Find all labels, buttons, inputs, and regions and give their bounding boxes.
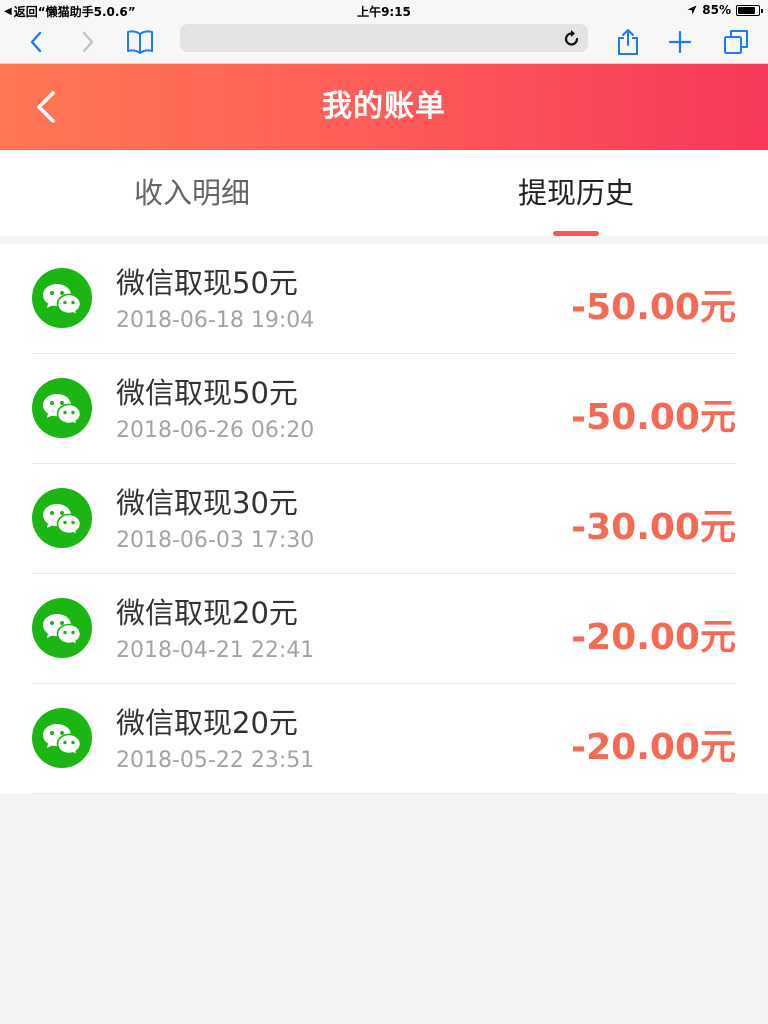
tab-withdraw-history[interactable]: 提现历史 <box>384 150 768 236</box>
battery-fill <box>738 6 755 14</box>
app-header: 我的账单 <box>0 64 768 150</box>
new-tab-button[interactable] <box>664 20 696 64</box>
list-item[interactable]: 微信取现30元 2018-06-03 17:30 -30.00元 <box>32 464 736 574</box>
tab-bar: 收入明细 提现历史 <box>0 150 768 236</box>
record-time: 2018-06-18 19:04 <box>116 308 315 333</box>
record-title: 微信取现30元 <box>116 486 298 520</box>
location-arrow-icon <box>687 5 697 15</box>
wechat-icon <box>32 708 92 768</box>
record-time: 2018-06-26 06:20 <box>116 418 315 443</box>
address-bar[interactable] <box>180 24 588 52</box>
battery-percent: 85% <box>702 3 731 17</box>
list-item[interactable]: 微信取现50元 2018-06-18 19:04 -50.00元 <box>32 244 736 354</box>
tab-active-indicator <box>553 231 599 236</box>
record-time: 2018-06-03 17:30 <box>116 528 315 553</box>
list-item[interactable]: 微信取现20元 2018-04-21 22:41 -20.00元 <box>32 574 736 684</box>
book-icon <box>127 30 153 54</box>
withdraw-record-list: 微信取现50元 2018-06-18 19:04 -50.00元 微信取现50元… <box>0 244 768 794</box>
chevron-left-icon <box>30 31 42 53</box>
browser-forward-button[interactable] <box>72 20 104 64</box>
tabs-icon <box>724 30 748 54</box>
bookmarks-button[interactable] <box>122 20 158 64</box>
record-title: 微信取现20元 <box>116 596 298 630</box>
wechat-icon <box>32 268 92 328</box>
browser-toolbar <box>0 20 768 64</box>
share-button[interactable] <box>612 20 644 64</box>
record-title: 微信取现50元 <box>116 376 298 410</box>
wechat-icon <box>32 598 92 658</box>
record-amount: -20.00元 <box>571 617 736 658</box>
share-icon <box>618 29 638 55</box>
list-item[interactable]: 微信取现50元 2018-06-26 06:20 -50.00元 <box>32 354 736 464</box>
record-time: 2018-04-21 22:41 <box>116 638 315 663</box>
battery-icon <box>736 4 763 16</box>
reload-icon[interactable] <box>564 29 580 47</box>
tab-label: 提现历史 <box>517 176 634 210</box>
tabs-overview-button[interactable] <box>720 20 752 64</box>
record-time: 2018-05-22 23:51 <box>116 748 315 773</box>
status-right: 85% <box>687 3 763 17</box>
status-bar: ◀ 返回“懒猫助手5.0.6” 上午9:15 85% <box>0 0 768 20</box>
browser-back-button[interactable] <box>20 20 52 64</box>
record-amount: -50.00元 <box>571 397 736 438</box>
wechat-icon <box>32 378 92 438</box>
chevron-right-icon <box>82 31 94 53</box>
record-amount: -30.00元 <box>571 507 736 548</box>
status-time: 上午9:15 <box>357 5 411 19</box>
record-amount: -20.00元 <box>571 727 736 768</box>
record-amount: -50.00元 <box>571 287 736 328</box>
page-title: 我的账单 <box>322 89 446 124</box>
record-title: 微信取现50元 <box>116 266 298 300</box>
plus-icon <box>669 31 691 53</box>
list-item[interactable]: 微信取现20元 2018-05-22 23:51 -20.00元 <box>32 684 736 794</box>
tab-income-detail[interactable]: 收入明细 <box>0 150 384 236</box>
tab-label: 收入明细 <box>133 176 250 210</box>
wechat-icon <box>32 488 92 548</box>
record-title: 微信取现20元 <box>116 706 298 740</box>
